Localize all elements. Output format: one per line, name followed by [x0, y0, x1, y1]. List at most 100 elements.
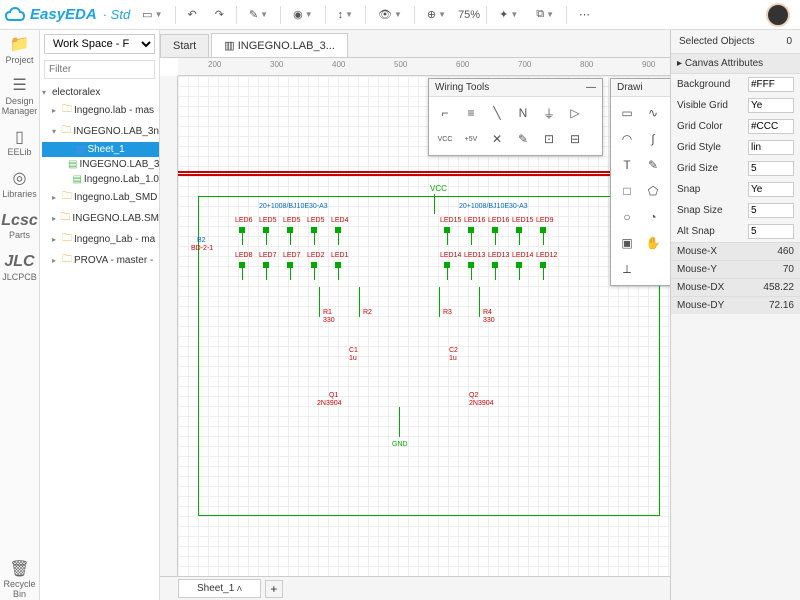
- attr-input[interactable]: [748, 161, 794, 176]
- redo-button[interactable]: ↷: [209, 2, 230, 28]
- arc-tool[interactable]: ◠: [615, 127, 639, 151]
- polyline-tool[interactable]: ∿: [641, 101, 665, 125]
- attr-input[interactable]: [748, 182, 794, 197]
- noconnect-tool[interactable]: ✕: [485, 127, 509, 151]
- wiring-tools-panel[interactable]: Wiring Tools— ⌐ ≡ ╲ N ⏚ ▷ VCC +5V ✕ ✎ ⊡ …: [428, 78, 603, 156]
- image-tool[interactable]: ▣: [615, 231, 639, 255]
- rail-jlcpcb[interactable]: JLCJLCPCB: [2, 253, 37, 282]
- rail-design-manager[interactable]: ☰Design Manager: [2, 77, 38, 116]
- panel-title: Drawi: [617, 82, 643, 93]
- file-menu[interactable]: ▭▼: [136, 2, 168, 28]
- part-label: 20+1008/BJ10E30-A3: [459, 203, 528, 210]
- netlabel-tool[interactable]: N: [511, 101, 535, 125]
- circle-tool[interactable]: ○: [615, 205, 639, 229]
- pan-tool[interactable]: ✋: [641, 231, 665, 255]
- left-rail: 📁Project ☰Design Manager ▯EELib ◎Librari…: [0, 30, 40, 600]
- tree-node[interactable]: ▤Sheet_1: [42, 142, 159, 157]
- canvas-attributes-header[interactable]: ▸ Canvas Attributes: [671, 54, 800, 74]
- 5v-tool[interactable]: +5V: [459, 127, 483, 151]
- bus-tool[interactable]: ≡: [459, 101, 483, 125]
- filter-input[interactable]: [44, 60, 155, 79]
- tree-node[interactable]: ▸🗀INGEGNO.LAB.SM: [42, 208, 159, 229]
- attribute-row: Grid Color: [671, 116, 800, 137]
- rail-project[interactable]: 📁Project: [5, 36, 33, 65]
- stat-row: Mouse-X460: [671, 242, 800, 260]
- spline-tool[interactable]: ∫: [641, 127, 665, 151]
- view-menu[interactable]: 👁▼: [372, 2, 408, 28]
- tree-node[interactable]: ▤INGEGNO.LAB_3: [42, 157, 159, 172]
- project-tree-panel: Work Space - F ▾electoralex ▸🗀Ingegno.la…: [40, 30, 160, 600]
- probe-tool[interactable]: ✎: [511, 127, 535, 151]
- zoom-menu[interactable]: ⊕▼: [421, 2, 452, 28]
- chip-icon: ▯: [15, 129, 24, 147]
- flag-tool[interactable]: ▷: [563, 101, 587, 125]
- line-tool[interactable]: ╲: [485, 101, 509, 125]
- add-sheet-button[interactable]: +: [265, 580, 283, 598]
- edit-menu[interactable]: ✎▼: [243, 2, 274, 28]
- stat-row: Mouse-DX458.22: [671, 278, 800, 296]
- place-menu[interactable]: ◉▼: [287, 2, 319, 28]
- align-menu[interactable]: ↕▼: [332, 2, 359, 28]
- wire-tool[interactable]: ⌐: [433, 101, 457, 125]
- attr-input[interactable]: [748, 98, 794, 113]
- poly-tool[interactable]: ⬠: [641, 179, 665, 203]
- tree-node[interactable]: ▸🗀Ingegno.Lab_SMD: [42, 187, 159, 208]
- properties-panel: Selected Objects0 ▸ Canvas Attributes Ba…: [670, 30, 800, 600]
- rail-libraries[interactable]: ◎Libraries: [2, 170, 37, 199]
- pie-tool[interactable]: ◔: [641, 205, 665, 229]
- attr-input[interactable]: [748, 119, 794, 134]
- stat-row: Mouse-Y70: [671, 260, 800, 278]
- tree-node[interactable]: ▸🗀Ingegno_Lab - ma: [42, 229, 159, 250]
- tree-node[interactable]: ▾🗀INGEGNO.LAB_3n: [42, 121, 159, 142]
- more-menu[interactable]: ⋯: [573, 2, 596, 28]
- stat-row: Mouse-DY72.16: [671, 296, 800, 314]
- busport-tool[interactable]: ⊟: [563, 127, 587, 151]
- led-symbol: LED4: [335, 227, 341, 233]
- rail-eelib[interactable]: ▯EELib: [7, 129, 31, 158]
- rect-tool[interactable]: □: [615, 179, 639, 203]
- minimize-icon[interactable]: —: [586, 82, 596, 93]
- netport-tool[interactable]: ⊡: [537, 127, 561, 151]
- config-menu[interactable]: ⧉▼: [530, 2, 560, 28]
- attr-input[interactable]: [748, 140, 794, 155]
- gnd-tool[interactable]: ⏚: [537, 101, 561, 125]
- attribute-row: Background: [671, 74, 800, 95]
- attr-input[interactable]: [748, 224, 794, 239]
- schematic-canvas[interactable]: VCC 20+1008/BJ10E30-A3 20+1008/BJ10E30-A…: [178, 76, 670, 576]
- sheet-tab[interactable]: Sheet_1 ᐱ: [178, 579, 261, 598]
- workspace-select[interactable]: Work Space - F: [44, 34, 155, 54]
- rail-parts[interactable]: LcscParts: [1, 212, 37, 241]
- attr-input[interactable]: [748, 77, 794, 92]
- tree-node[interactable]: ▤Ingegno.Lab_1.0: [42, 172, 159, 187]
- app-name: EasyEDA: [30, 6, 97, 23]
- tab-document[interactable]: ▥ INGEGNO.LAB_3...: [211, 33, 348, 57]
- attribute-row: Visible Grid: [671, 95, 800, 116]
- attribute-row: Grid Size: [671, 158, 800, 179]
- text-tool[interactable]: T: [615, 153, 639, 177]
- tools-menu[interactable]: ✦▼: [493, 2, 524, 28]
- drawing-tools-panel[interactable]: Drawi ▭ ∿ ◠ ∫ T ✎ □ ⬠ ○ ◔ ▣ ✋ ⟂: [610, 78, 670, 286]
- led-symbol: LED1: [335, 262, 341, 268]
- attr-input[interactable]: [748, 203, 794, 218]
- rail-recycle-bin[interactable]: 🗑Recycle Bin: [3, 561, 35, 600]
- led-symbol: LED8: [239, 262, 245, 268]
- dimension-tool[interactable]: ⟂: [615, 257, 639, 281]
- sheet-tool[interactable]: ▭: [615, 101, 639, 125]
- gnd-label: GND: [392, 441, 408, 448]
- tree-root[interactable]: ▾electoralex: [42, 85, 159, 100]
- list-icon: ☰: [12, 77, 26, 95]
- led-symbol: LED14: [516, 262, 522, 268]
- tab-start[interactable]: Start: [160, 34, 209, 57]
- tree-node[interactable]: ▸🗀Ingegno.lab - mas: [42, 100, 159, 121]
- led-symbol: LED2: [311, 262, 317, 268]
- undo-button[interactable]: ↶: [182, 2, 203, 28]
- led-symbol: LED13: [492, 262, 498, 268]
- horizontal-ruler: 200300400500600700800900: [178, 58, 670, 76]
- app-logo: EasyEDA · Std: [4, 6, 130, 24]
- jlc-icon: JLC: [4, 253, 34, 271]
- freehand-tool[interactable]: ✎: [641, 153, 665, 177]
- user-avatar[interactable]: [766, 3, 790, 27]
- tree-node[interactable]: ▸🗀PROVA - master -: [42, 250, 159, 271]
- cloud-icon: [4, 6, 26, 24]
- vcc-tool[interactable]: VCC: [433, 127, 457, 151]
